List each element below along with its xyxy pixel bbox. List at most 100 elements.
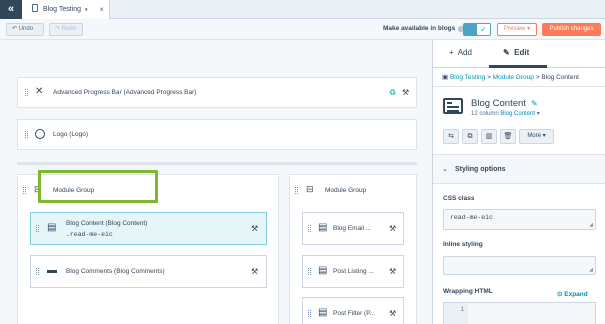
drag-handle-icon[interactable] [36, 268, 39, 275]
undo-label: Undo [18, 26, 34, 32]
module-css-class: .read-me-eic [66, 231, 113, 238]
drag-handle-icon[interactable] [308, 225, 311, 232]
rename-pencil-icon[interactable]: ✎ [531, 99, 538, 108]
close-tab-icon[interactable]: × [99, 0, 104, 19]
tools-icon: ✕ [35, 86, 44, 97]
resize-handle-icon[interactable]: ◢ [589, 267, 593, 273]
availability-text: Make available in blogs [383, 25, 456, 32]
section-title: Styling options [455, 166, 506, 173]
module-icon: ▤ [318, 265, 328, 276]
undo-icon: ↶ [12, 26, 18, 32]
inline-styling-field[interactable]: ◢ [443, 256, 596, 275]
breadcrumb-blog-content: Blog Content [541, 74, 579, 81]
module-blog-comments[interactable]: ▬ Blog Comments (Blog Comments) ⚒ [30, 255, 267, 288]
comments-icon: ▬ [47, 265, 57, 276]
module-row-logo[interactable]: Logo (Logo) [17, 119, 417, 150]
split-icon: ⇆ [448, 133, 454, 140]
module-type-link[interactable]: Blog Content [500, 111, 535, 117]
tab-add-label: Add [457, 48, 472, 57]
tab-bar: « Blog Testing ▾ × [0, 0, 605, 19]
wrapping-html-label: Wrapping HTML [443, 288, 493, 295]
edit-wand-icon[interactable]: ⚒ [251, 267, 258, 276]
breadcrumb-separator: > [535, 74, 540, 81]
tab-edit-label: Edit [514, 48, 530, 57]
module-blog-content[interactable]: ▤ Blog Content (Blog Content) .read-me-e… [30, 212, 267, 245]
building-icon: ▣ [442, 74, 449, 81]
edit-wand-icon[interactable]: ⚒ [389, 309, 396, 318]
module-label: Post Listing ... [333, 268, 374, 275]
trash-icon: 🗑 [503, 133, 513, 140]
move-button[interactable]: ⇆ [443, 129, 459, 144]
drag-handle-icon[interactable] [25, 131, 28, 138]
module-label: Post Filter (P... [333, 310, 376, 317]
tab-label: Blog Testing [43, 6, 82, 13]
panel-tabs: + Add ✎ Edit [433, 40, 605, 68]
redo-label: Redo [61, 26, 77, 32]
tab-add[interactable]: + Add [449, 48, 472, 57]
sync-icon[interactable]: ♻ [389, 88, 396, 97]
expand-icon: ⊙ [557, 291, 563, 298]
module-icon: ▤ [318, 222, 328, 233]
pencil-icon: ✎ [503, 48, 510, 57]
css-class-field[interactable]: read-me-eic ◢ [443, 209, 596, 230]
resize-handle-icon[interactable]: ◢ [589, 222, 593, 228]
edit-wand-icon[interactable]: ⚒ [389, 224, 396, 233]
selection-highlight [38, 170, 158, 203]
availability-toggle[interactable]: ✓ [463, 23, 491, 36]
drag-handle-icon[interactable] [308, 310, 311, 317]
clone-icon: ⧉ [467, 133, 473, 140]
expand-link[interactable]: ⊙ Expand [557, 290, 588, 298]
module-width: 12 column [471, 111, 499, 117]
section-divider [17, 162, 417, 165]
chevron-down-icon: ⌄ [442, 166, 448, 173]
delete-button[interactable]: 🗑 [500, 129, 516, 144]
edit-wand-icon[interactable]: ⚒ [402, 88, 409, 97]
redo-icon: ↷ [55, 26, 61, 32]
availability-label: Make available in blogs i [383, 25, 465, 32]
more-label: More [527, 133, 541, 139]
module-post-filter[interactable]: ▤ Post Filter (P... ⚒ [302, 297, 404, 324]
more-button[interactable]: More ▾ [519, 129, 554, 144]
layout-button[interactable]: ▥ [481, 129, 497, 144]
group-label: Module Group [325, 187, 367, 194]
chevron-down-icon[interactable]: ▾ [85, 7, 88, 13]
module-label: Blog Comments (Blog Comments) [66, 268, 165, 275]
redo-button[interactable]: ↷ Redo [49, 23, 83, 36]
breadcrumb-blog-testing[interactable]: Blog Testing [450, 74, 485, 81]
module-post-listing[interactable]: ▤ Post Listing ... ⚒ [302, 255, 404, 288]
editor-tab[interactable]: Blog Testing ▾ × [22, 0, 110, 19]
drag-handle-icon[interactable] [25, 89, 28, 96]
module-title: Blog Content ✎ [471, 98, 538, 109]
module-label: Logo (Logo) [53, 131, 89, 138]
publish-button[interactable]: Publish changes [542, 23, 601, 36]
page: « Blog Testing ▾ × ↶ Undo ↷ Redo Make av… [0, 0, 605, 324]
styling-options-section[interactable]: ⌄ Styling options [433, 154, 605, 184]
breadcrumb: ▣ Blog Testing > Module Group > Blog Con… [442, 73, 579, 81]
double-chevron-left-icon: « [7, 3, 15, 15]
document-icon [32, 4, 38, 12]
blog-content-icon [443, 98, 463, 114]
wrapping-html-editor[interactable]: 1 [443, 302, 596, 324]
drag-handle-icon[interactable] [36, 225, 39, 232]
module-subtitle: 12 column Blog Content ▾ [471, 111, 540, 117]
module-blog-email[interactable]: ▤ Blog Email ... ⚒ [302, 212, 404, 245]
back-button[interactable]: « [0, 0, 22, 19]
columns-icon: ▥ [485, 133, 493, 140]
undo-button[interactable]: ↶ Undo [6, 23, 44, 36]
drag-handle-icon[interactable] [23, 187, 26, 194]
edit-wand-icon[interactable]: ⚒ [389, 267, 396, 276]
tab-edit[interactable]: ✎ Edit [503, 48, 529, 57]
breadcrumb-module-group[interactable]: Module Group [493, 74, 534, 81]
drag-handle-icon[interactable] [295, 187, 298, 194]
preview-label: Preview [503, 26, 526, 32]
expand-label: Expand [564, 291, 588, 298]
drag-handle-icon[interactable] [308, 268, 311, 275]
clone-button[interactable]: ⧉ [462, 129, 478, 144]
preview-button[interactable]: Preview ▾ [497, 23, 537, 36]
module-row-progress-bar[interactable]: ✕ Advanced Progress Bar (Advanced Progre… [17, 77, 417, 108]
check-icon: ✓ [477, 24, 490, 35]
edit-wand-icon[interactable]: ⚒ [251, 224, 258, 233]
blog-content-icon: ▤ [47, 222, 57, 233]
module-group-right[interactable]: ⊟ Module Group ▤ Blog Email ... ⚒ ▤ Post… [289, 174, 417, 324]
logo-icon [35, 129, 45, 139]
